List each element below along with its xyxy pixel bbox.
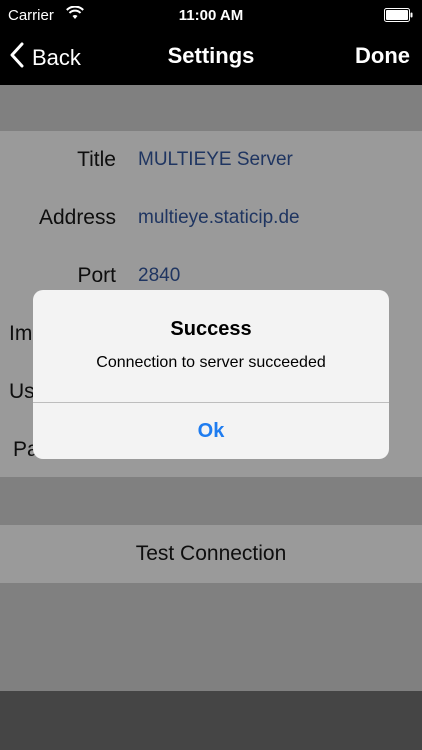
- test-connection-button[interactable]: Test Connection: [0, 525, 422, 583]
- navigation-bar: Back Settings Done: [0, 30, 422, 85]
- port-field[interactable]: 2840: [138, 265, 180, 287]
- form-row-title[interactable]: Title MULTIEYE Server: [0, 131, 422, 189]
- user-label: Us: [9, 380, 35, 403]
- done-button[interactable]: Done: [355, 43, 410, 69]
- status-time: 11:00 AM: [178, 7, 244, 24]
- image-label: Im: [9, 322, 33, 345]
- title-label: Title: [77, 148, 116, 171]
- status-bar: Carrier 11:00 AM: [0, 0, 422, 30]
- success-alert: Success Connection to server succeeded O…: [33, 290, 389, 459]
- ok-button[interactable]: Ok: [33, 403, 389, 459]
- title-field[interactable]: MULTIEYE Server: [138, 149, 293, 171]
- form-row-address[interactable]: Address multieye.staticip.de: [0, 189, 422, 247]
- address-label: Address: [38, 206, 116, 229]
- alert-message: Connection to server succeeded: [96, 354, 326, 371]
- test-connection-label: Test Connection: [135, 542, 287, 565]
- bottom-toolbar: [0, 691, 422, 750]
- alert-title: Success: [170, 318, 252, 340]
- port-label: Port: [77, 264, 116, 287]
- address-field[interactable]: multieye.staticip.de: [138, 207, 300, 229]
- battery-icon: [384, 8, 414, 26]
